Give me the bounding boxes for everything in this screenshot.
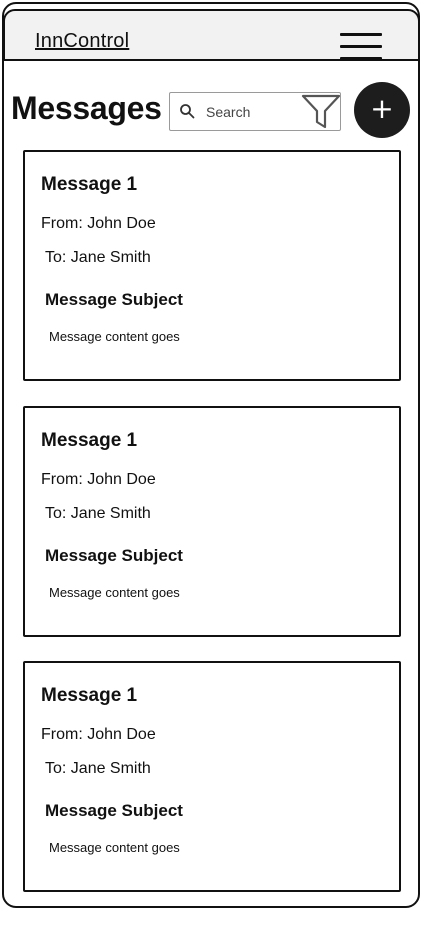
message-body: Message content goes	[49, 585, 180, 600]
filter-icon[interactable]	[301, 94, 341, 130]
search-icon	[180, 104, 195, 119]
add-message-button[interactable]: +	[354, 82, 410, 138]
message-card[interactable]: Message 1 From: John Doe To: Jane Smith …	[23, 661, 401, 892]
hamburger-menu-icon[interactable]	[340, 33, 382, 61]
message-to: To: Jane Smith	[45, 249, 151, 266]
message-subject: Message Subject	[45, 546, 183, 565]
message-from: From: John Doe	[41, 215, 156, 232]
message-body: Message content goes	[49, 840, 180, 855]
message-subject: Message Subject	[45, 290, 183, 309]
message-title: Message 1	[41, 174, 138, 195]
brand-link[interactable]: InnControl	[35, 30, 129, 53]
app-header: InnControl	[3, 9, 420, 61]
message-from: From: John Doe	[41, 726, 156, 743]
message-title: Message 1	[41, 430, 138, 451]
message-to: To: Jane Smith	[45, 760, 151, 777]
search-input[interactable]	[206, 102, 296, 122]
message-from: From: John Doe	[41, 471, 156, 488]
message-body: Message content goes	[49, 329, 180, 344]
plus-icon: +	[370, 92, 394, 125]
message-subject: Message Subject	[45, 801, 183, 820]
page-title: Messages	[11, 90, 162, 126]
message-to: To: Jane Smith	[45, 505, 151, 522]
message-card[interactable]: Message 1 From: John Doe To: Jane Smith …	[23, 150, 401, 381]
search-box[interactable]	[169, 92, 341, 131]
message-title: Message 1	[41, 685, 138, 706]
message-card[interactable]: Message 1 From: John Doe To: Jane Smith …	[23, 406, 401, 637]
